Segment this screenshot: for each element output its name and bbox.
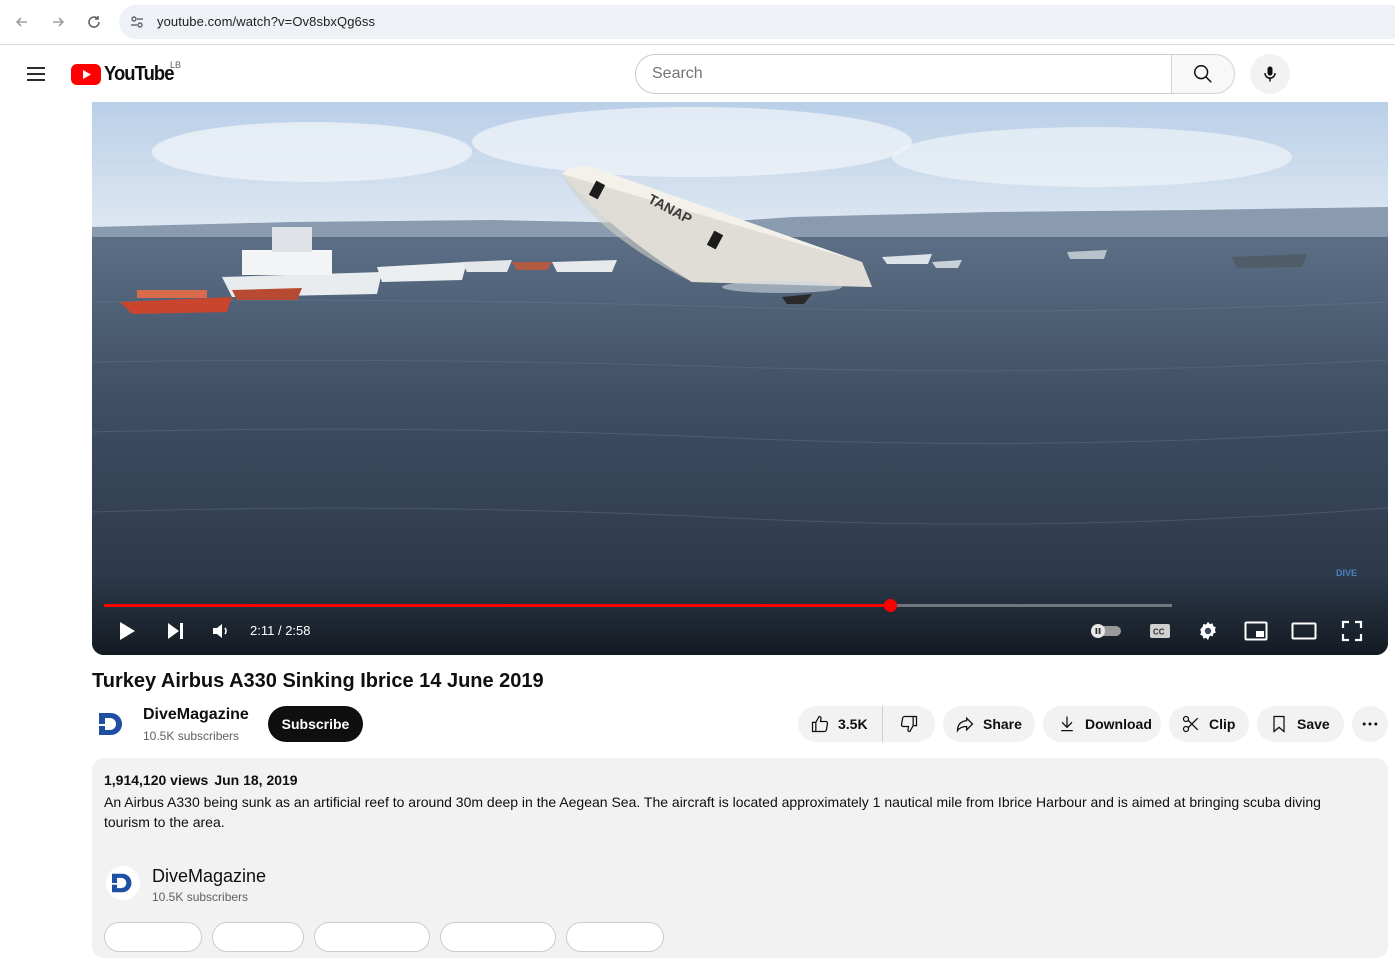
time-current: 2:11 (250, 623, 275, 638)
site-settings-icon[interactable] (129, 14, 145, 30)
captions-button[interactable]: CC (1146, 617, 1174, 645)
search-button[interactable] (1171, 54, 1235, 94)
view-count: 1,914,120 views (104, 772, 209, 788)
back-icon[interactable] (10, 10, 34, 34)
closed-captions-icon: CC (1150, 624, 1170, 638)
forward-icon[interactable] (46, 10, 70, 34)
settings-button[interactable] (1194, 617, 1222, 645)
channel-link-chip[interactable] (104, 922, 202, 952)
video-player[interactable]: TANAP DIVE 2:11 / 2:58 CC (92, 102, 1388, 655)
channel-avatar[interactable] (92, 704, 132, 744)
play-button[interactable] (114, 617, 140, 645)
upload-date: Jun 18, 2019 (214, 772, 298, 788)
channel-link-chip[interactable] (566, 922, 664, 952)
description-channel-name[interactable]: DiveMagazine (152, 866, 266, 887)
microphone-icon (1264, 66, 1276, 82)
subscribe-button[interactable]: Subscribe (268, 706, 363, 742)
share-button[interactable]: Share (943, 706, 1035, 742)
time-total: 2:58 (285, 623, 311, 638)
bookmark-icon (1273, 715, 1285, 733)
fullscreen-button[interactable] (1338, 617, 1366, 645)
clip-button[interactable]: Clip (1169, 706, 1249, 742)
description-channel-subscribers: 10.5K subscribers (152, 890, 249, 904)
menu-icon[interactable] (24, 62, 48, 86)
video-frame: TANAP DIVE (92, 102, 1388, 655)
video-title: Turkey Airbus A330 Sinking Ibrice 14 Jun… (92, 670, 544, 692)
thumbs-up-icon (811, 715, 829, 733)
next-button[interactable] (162, 617, 188, 645)
channel-link-chip[interactable] (440, 922, 556, 952)
svg-text:CC: CC (1153, 628, 1165, 637)
volume-icon (213, 624, 227, 638)
next-icon (168, 623, 183, 639)
progress-bar[interactable] (104, 599, 1172, 612)
clip-label: Clip (1209, 716, 1236, 732)
miniplayer-icon (1244, 621, 1268, 641)
channel-logo-icon (109, 873, 132, 893)
description-text: An Airbus A330 being sunk as an artifici… (104, 794, 1321, 830)
share-icon (956, 716, 974, 733)
download-icon (1061, 716, 1073, 732)
more-actions-button[interactable] (1352, 706, 1388, 742)
fullscreen-icon (1341, 620, 1363, 642)
address-bar[interactable]: youtube.com/watch?v=Ov8sbxQg6ss (119, 5, 1395, 39)
like-count: 3.5K (838, 716, 868, 732)
reload-icon[interactable] (82, 10, 106, 34)
channel-link-chip[interactable] (212, 922, 304, 952)
description-box[interactable]: 1,914,120 views Jun 18, 2019 An Airbus A3… (92, 758, 1388, 958)
theater-mode-button[interactable] (1290, 617, 1318, 645)
description-channel-avatar[interactable] (106, 866, 140, 900)
play-icon (120, 622, 135, 640)
more-horizontal-icon (1362, 722, 1378, 726)
search-icon (1194, 65, 1212, 83)
logo-text: YouTube (104, 62, 174, 85)
voice-search-button[interactable] (1250, 54, 1290, 94)
thumbs-down-icon (900, 715, 918, 733)
mute-button[interactable] (208, 617, 234, 645)
country-code: LB (170, 60, 182, 70)
url-text: youtube.com/watch?v=Ov8sbxQg6ss (157, 14, 376, 29)
browser-toolbar: youtube.com/watch?v=Ov8sbxQg6ss (0, 0, 1395, 45)
description-meta: 1,914,120 views Jun 18, 2019 (104, 772, 298, 788)
like-dislike-group: 3.5K (798, 706, 935, 742)
progress-played (104, 604, 891, 607)
autoplay-icon (1091, 624, 1121, 638)
search-input[interactable]: Search (635, 54, 1172, 94)
download-label: Download (1085, 716, 1152, 732)
channel-subscriber-count: 10.5K subscribers (143, 729, 240, 743)
channel-logo-icon (96, 713, 122, 735)
scissors-icon (1182, 715, 1199, 733)
download-button[interactable]: Download (1043, 706, 1161, 742)
channel-link-chip[interactable] (314, 922, 430, 952)
youtube-logo[interactable]: YouTube (71, 62, 180, 86)
time-display: 2:11 / 2:58 (250, 623, 311, 638)
dislike-button[interactable] (883, 706, 935, 742)
autoplay-toggle[interactable] (1088, 617, 1124, 645)
channel-name[interactable]: DiveMagazine (143, 706, 249, 724)
scrubber-handle[interactable] (884, 599, 898, 612)
search-placeholder: Search (652, 65, 703, 82)
gear-icon (1200, 621, 1216, 641)
theater-mode-icon (1291, 622, 1317, 640)
share-label: Share (983, 716, 1022, 732)
save-label: Save (1297, 716, 1330, 732)
save-button[interactable]: Save (1257, 706, 1344, 742)
youtube-play-icon (71, 63, 101, 85)
miniplayer-button[interactable] (1242, 617, 1270, 645)
yt-masthead: YouTube LB Search (0, 46, 1395, 102)
like-button[interactable]: 3.5K (798, 706, 883, 742)
